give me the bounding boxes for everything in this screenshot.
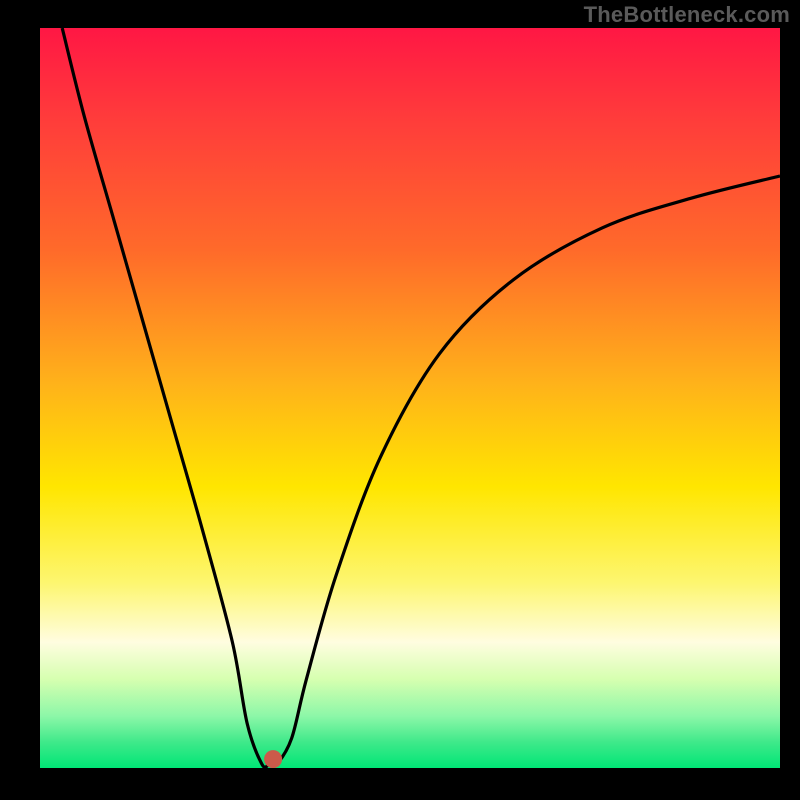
chart-frame: TheBottleneck.com — [0, 0, 800, 800]
chart-svg — [0, 0, 800, 800]
watermark-text: TheBottleneck.com — [584, 2, 790, 28]
optimal-marker-dot — [264, 750, 282, 768]
